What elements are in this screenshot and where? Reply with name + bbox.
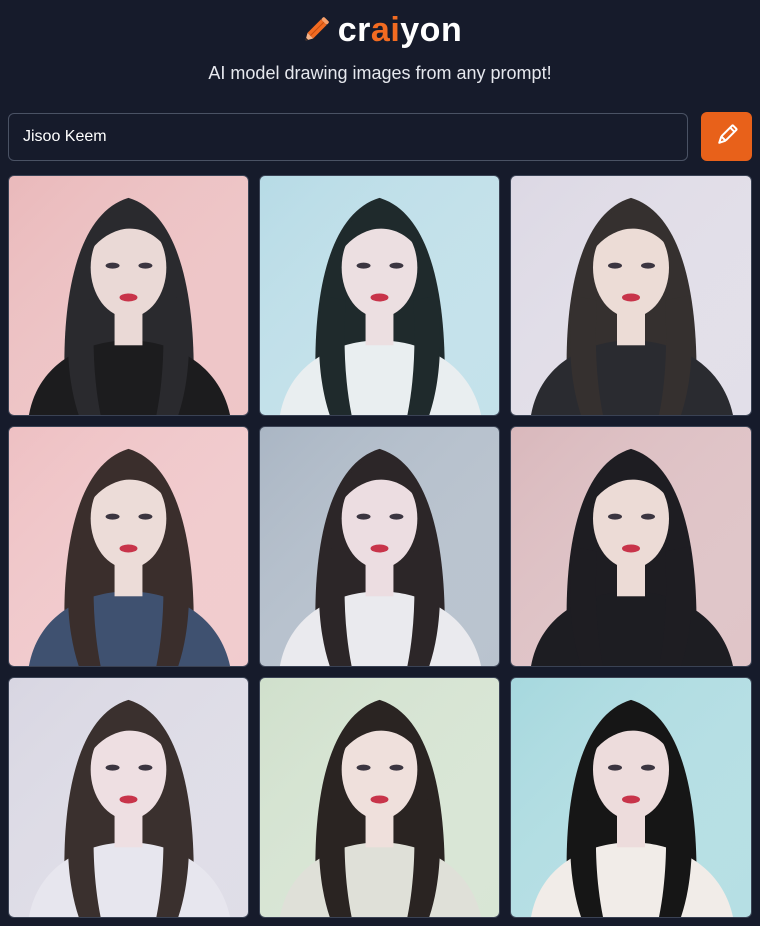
result-image[interactable]: [510, 175, 752, 416]
portrait-image: [9, 427, 248, 666]
brand-name-accent: ai: [370, 11, 401, 49]
portrait-image: [260, 176, 499, 415]
portrait-image: [511, 678, 751, 917]
brand-name-prefix: cr: [337, 11, 371, 49]
portrait-image: [511, 176, 751, 415]
brand-name-suffix: yon: [400, 11, 463, 49]
pencil-icon: [714, 122, 740, 151]
result-image[interactable]: [510, 426, 752, 667]
result-image[interactable]: [259, 426, 500, 667]
result-image[interactable]: [510, 677, 752, 918]
portrait-image: [260, 427, 499, 666]
portrait-image: [511, 427, 751, 666]
tagline: AI model drawing images from any prompt!: [208, 63, 552, 83]
result-image[interactable]: [259, 677, 500, 918]
result-image[interactable]: [8, 426, 249, 667]
draw-button[interactable]: [701, 112, 752, 161]
result-image[interactable]: [8, 677, 249, 918]
pencil-icon: [298, 12, 334, 48]
craiyon-page: craiyon AI model drawing images from any…: [0, 0, 760, 926]
prompt-input[interactable]: [8, 113, 688, 161]
craiyon-logo[interactable]: craiyon: [0, 10, 760, 50]
portrait-image: [260, 678, 499, 917]
image-results-grid: [8, 175, 752, 918]
portrait-image: [9, 176, 248, 415]
portrait-image: [9, 678, 248, 917]
result-image[interactable]: [8, 175, 249, 416]
result-image[interactable]: [259, 175, 500, 416]
brand-name: craiyon: [338, 10, 462, 50]
